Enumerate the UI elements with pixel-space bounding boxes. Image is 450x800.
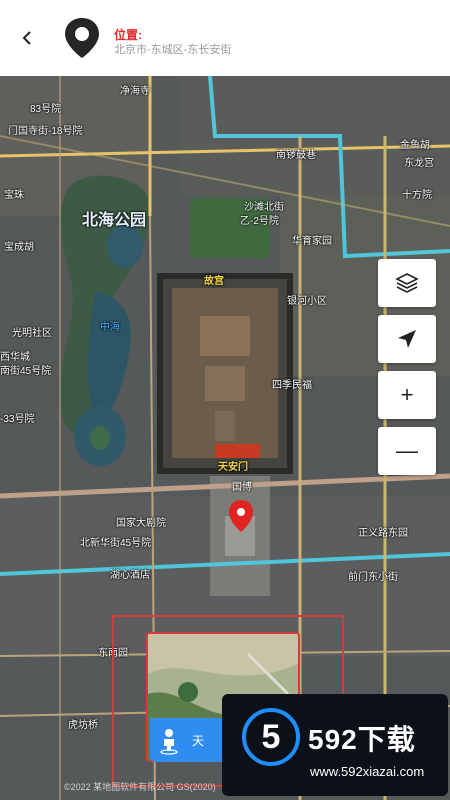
back-button[interactable] [14,24,42,52]
map-label: 华育家园 [292,236,332,247]
map-label: -33号院 [0,414,35,425]
location-pin-icon [62,16,102,60]
zoom-out-button[interactable]: — [378,427,436,475]
locate-button[interactable] [378,315,436,363]
map-label: 虎坊桥 [68,720,98,731]
map-label: 83号院 [30,104,62,115]
zoom-in-button[interactable]: + [378,371,436,419]
street-view-label: 天 [192,733,205,748]
map-label: 北新华街45号院 [80,538,152,549]
watermark-brand: 592下载 [308,724,416,755]
person-icon [160,729,178,755]
map-label: 十方院 [402,190,432,201]
watermark-logo: 5 [242,708,300,766]
map-label: 天安门 [218,462,248,473]
map-label: 宝成胡 [4,242,34,253]
map-label: 西华城 [0,352,30,363]
map-label: 中海 [100,322,120,333]
location-address: 北京市-东城区-东长安街 [114,44,232,56]
map-label: 金鱼胡 [400,140,430,151]
map-label: 国家大剧院 [116,518,166,529]
map-label: 光明社区 [12,328,52,339]
map-label: 宝珠 [4,190,24,201]
map-label: 银河小区 [287,296,327,307]
layers-icon [395,273,419,293]
map-label: 南锣鼓巷 [276,150,316,161]
chevron-left-icon [22,31,31,45]
map-label: 东龙宫 [404,158,434,169]
map-label: 故宫 [204,276,224,287]
map-label: 沙滩北街 [244,202,284,213]
plus-icon: + [400,382,414,407]
site-watermark: 5 592下载 www.592xiazai.com [222,694,448,796]
map-copyright: ©2022 某地图软件有限公司 GS(2020) [64,782,216,792]
map-label: 门国寺街-18号院 [8,126,83,137]
map-label: 前门东小街 [348,572,398,583]
minus-icon: — [396,438,418,463]
map-label: 国博 [232,482,252,493]
map-label: 净海寺 [120,86,150,97]
map-label: 四季民福 [272,380,312,391]
layers-button[interactable] [378,259,436,307]
map-label: 正义路东园 [358,528,408,539]
map-label-park: 北海公园 [82,212,147,229]
map-label: 乙-2号院 [240,216,279,227]
map-label: 湖心酒店 [110,570,150,581]
top-bar: 位置: 北京市-东城区-东长安街 [0,0,450,77]
navigation-arrow-icon [398,330,416,348]
watermark-url: www.592xiazai.com [310,764,425,779]
map-label: 南街45号院 [0,366,52,377]
